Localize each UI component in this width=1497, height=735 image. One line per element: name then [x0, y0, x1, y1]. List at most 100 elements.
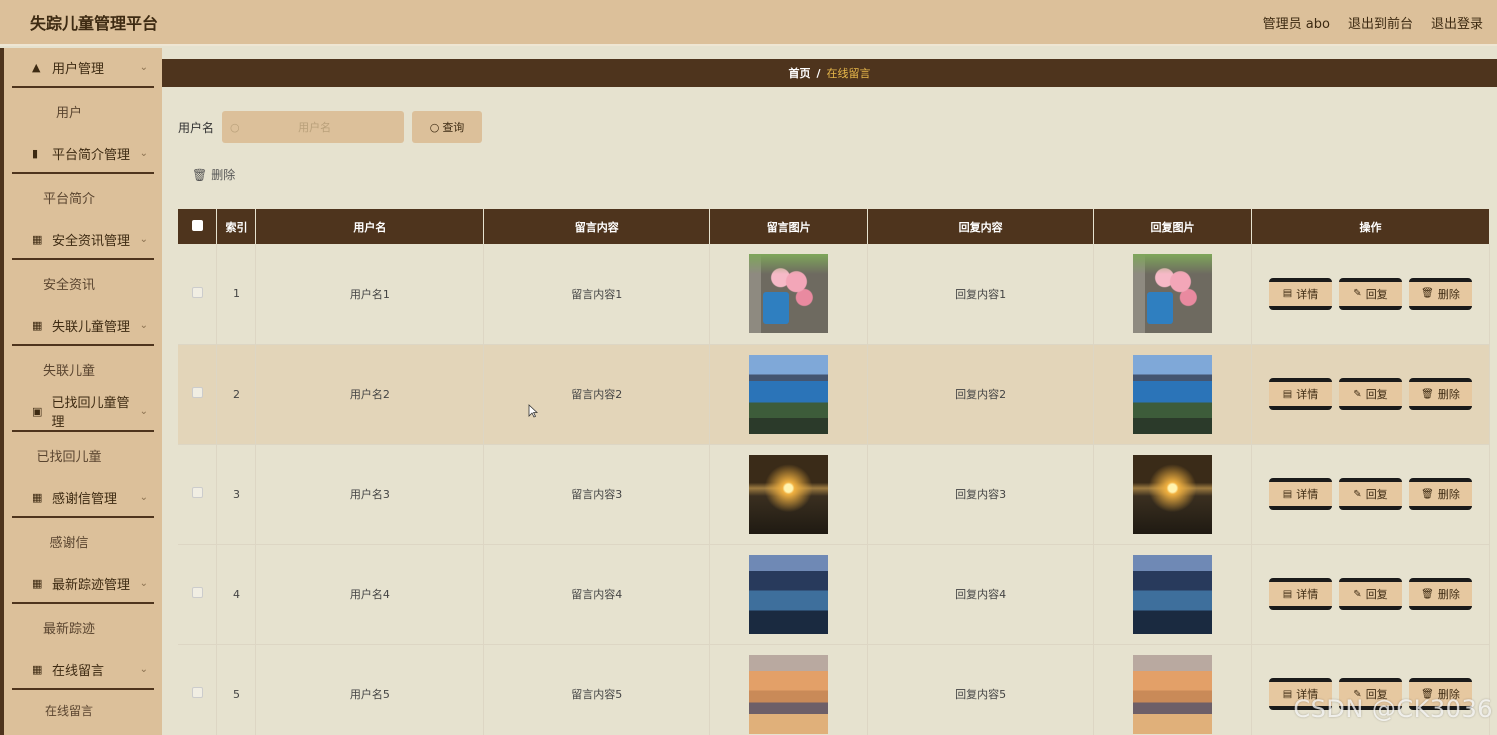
trash-icon: 🗑	[1421, 288, 1434, 300]
cell-image	[709, 544, 869, 645]
cell-reply-image	[1093, 244, 1252, 345]
clouds-photo[interactable]	[1133, 654, 1213, 734]
sidebar-item-found[interactable]: 已找回儿童	[4, 432, 162, 478]
sunset-photo[interactable]	[749, 454, 829, 534]
menu-head-label: 平台简介管理	[52, 147, 131, 163]
grid-icon: ▦	[32, 318, 43, 332]
back-to-front-link[interactable]: 退出到前台	[1348, 13, 1413, 32]
document-icon: ▤	[1282, 588, 1293, 600]
cell-index: 4	[216, 544, 257, 645]
logout-link[interactable]: 退出登录	[1431, 13, 1483, 32]
clouds-photo[interactable]	[749, 654, 829, 734]
delete-label: 删除	[1437, 488, 1460, 501]
cell-actions: ▤ 详情 ✎ 回复 🗑 删除	[1251, 344, 1490, 445]
chart-icon: ▮	[32, 146, 39, 160]
bulk-delete-button[interactable]: 🗑 删除	[192, 166, 235, 183]
row-checkbox[interactable]	[191, 387, 203, 398]
sunset-photo[interactable]	[1133, 454, 1213, 534]
breadcrumb-home[interactable]: 首页	[788, 65, 810, 81]
menu-head-traces[interactable]: ▦ 最新踪迹管理 ⌄	[4, 564, 162, 602]
menu-head-users[interactable]: ▲ 用户管理 ⌄	[4, 48, 162, 86]
reply-button[interactable]: ✎ 回复	[1339, 378, 1402, 410]
search-input[interactable]	[239, 120, 390, 134]
menu-head-thanks[interactable]: ▦ 感谢信管理 ⌄	[4, 478, 162, 516]
delete-button[interactable]: 🗑 删除	[1409, 478, 1472, 510]
delete-button[interactable]: 🗑 删除	[1409, 578, 1472, 610]
cell-image	[709, 344, 869, 445]
lock-icon: ▲	[32, 60, 41, 74]
document-icon: ▤	[1282, 388, 1293, 400]
grid-icon: ▦	[32, 232, 43, 246]
detail-button[interactable]: ▤ 详情	[1269, 277, 1332, 310]
menu-group-intro: ▮ 平台简介管理 ⌄ 平台简介	[4, 134, 162, 220]
lake-photo[interactable]	[749, 354, 829, 434]
lake-photo[interactable]	[1133, 354, 1213, 434]
detail-button[interactable]: ▤ 详情	[1269, 478, 1332, 510]
row-actions: ▤ 详情 ✎ 回复 🗑 删除	[1252, 378, 1489, 410]
chevron-down-icon: ⌄	[139, 147, 148, 159]
cell-reply-image	[1093, 444, 1252, 545]
sidebar-item-missing[interactable]: 失联儿童	[4, 346, 162, 392]
mouse-cursor-icon	[528, 404, 538, 418]
menu-head-label: 用户管理	[52, 61, 105, 77]
chevron-down-icon: ⌄	[139, 319, 148, 331]
breadcrumb-separator: /	[816, 66, 821, 80]
menu-head-found[interactable]: ▣ 已找回儿童管理 ⌄	[4, 392, 162, 430]
cell-index: 2	[216, 344, 257, 445]
pencil-icon: ✎	[1353, 588, 1362, 600]
river-photo[interactable]	[749, 554, 829, 634]
query-button-label: 查询	[442, 121, 465, 134]
cell-content: 留言内容4	[483, 544, 711, 645]
reply-button[interactable]: ✎ 回复	[1339, 277, 1402, 310]
breadcrumb: 首页 / 在线留言	[162, 59, 1497, 87]
detail-button[interactable]: ▤ 详情	[1269, 578, 1332, 610]
cell-image	[709, 444, 869, 545]
menu-head-messages[interactable]: ▦ 在线留言 ⌄	[4, 650, 162, 688]
grid-icon: ▦	[32, 576, 43, 590]
delete-button[interactable]: 🗑 删除	[1409, 378, 1472, 410]
menu-group-safety: ▦ 安全资讯管理 ⌄ 安全资讯	[4, 220, 162, 306]
cell-reply-image	[1093, 644, 1252, 735]
search-icon: ○	[429, 120, 440, 134]
menu-group-messages: ▦ 在线留言 ⌄ 在线留言	[4, 650, 162, 730]
sidebar-item-users[interactable]: 用户	[4, 88, 162, 134]
row-actions: ▤ 详情 ✎ 回复 🗑 删除	[1252, 578, 1489, 610]
reply-button[interactable]: ✎ 回复	[1339, 478, 1402, 510]
table-header-row: 索引 用户名 留言内容 留言图片 回复内容 回复图片 操作	[178, 209, 1490, 244]
top-bar: 失踪儿童管理平台 管理员 abo 退出到前台 退出登录	[0, 0, 1497, 46]
menu-group-missing: ▦ 失联儿童管理 ⌄ 失联儿童	[4, 306, 162, 392]
chevron-down-icon: ⌄	[139, 405, 148, 417]
select-all-checkbox[interactable]	[191, 219, 203, 231]
sidebar-item-traces[interactable]: 最新踪迹	[4, 604, 162, 650]
admin-label: 管理员 abo	[1262, 16, 1330, 32]
cell-content: 留言内容1	[483, 244, 711, 345]
sidebar-item-safety[interactable]: 安全资讯	[4, 260, 162, 306]
sidebar-item-intro[interactable]: 平台简介	[4, 174, 162, 220]
cell-index: 1	[216, 244, 257, 345]
row-checkbox[interactable]	[191, 487, 203, 498]
pencil-icon: ✎	[1353, 488, 1362, 500]
reply-button[interactable]: ✎ 回复	[1339, 578, 1402, 610]
sidebar-item-thanks[interactable]: 感谢信	[4, 518, 162, 564]
query-button[interactable]: ○ 查询	[412, 111, 483, 143]
row-checkbox[interactable]	[191, 687, 203, 698]
cell-username: 用户名4	[255, 544, 485, 645]
delete-button[interactable]: 🗑 删除	[1409, 277, 1472, 310]
row-checkbox[interactable]	[191, 587, 203, 598]
menu-head-intro[interactable]: ▮ 平台简介管理 ⌄	[4, 134, 162, 172]
menu-group-thanks: ▦ 感谢信管理 ⌄ 感谢信	[4, 478, 162, 564]
river-photo[interactable]	[1133, 554, 1213, 634]
row-checkbox[interactable]	[191, 286, 203, 298]
trash-icon: 🗑	[1421, 488, 1434, 500]
menu-head-label: 失联儿童管理	[52, 319, 131, 335]
header-index: 索引	[216, 209, 257, 244]
pink-flowers-photo[interactable]	[749, 254, 829, 334]
sidebar-item-messages[interactable]: 在线留言	[4, 690, 162, 730]
detail-button[interactable]: ▤ 详情	[1269, 378, 1332, 410]
menu-head-safety[interactable]: ▦ 安全资讯管理 ⌄	[4, 220, 162, 258]
sidebar: ▲ 用户管理 ⌄ 用户 ▮ 平台简介管理 ⌄ 平台简介 ▦ 安全资讯管理 ⌄ 安全资讯 ▦ 失…	[0, 48, 162, 735]
select-all-cell	[178, 209, 218, 244]
menu-head-missing[interactable]: ▦ 失联儿童管理 ⌄	[4, 306, 162, 344]
menu-head-label: 在线留言	[52, 663, 105, 679]
pink-flowers-photo[interactable]	[1133, 254, 1213, 334]
